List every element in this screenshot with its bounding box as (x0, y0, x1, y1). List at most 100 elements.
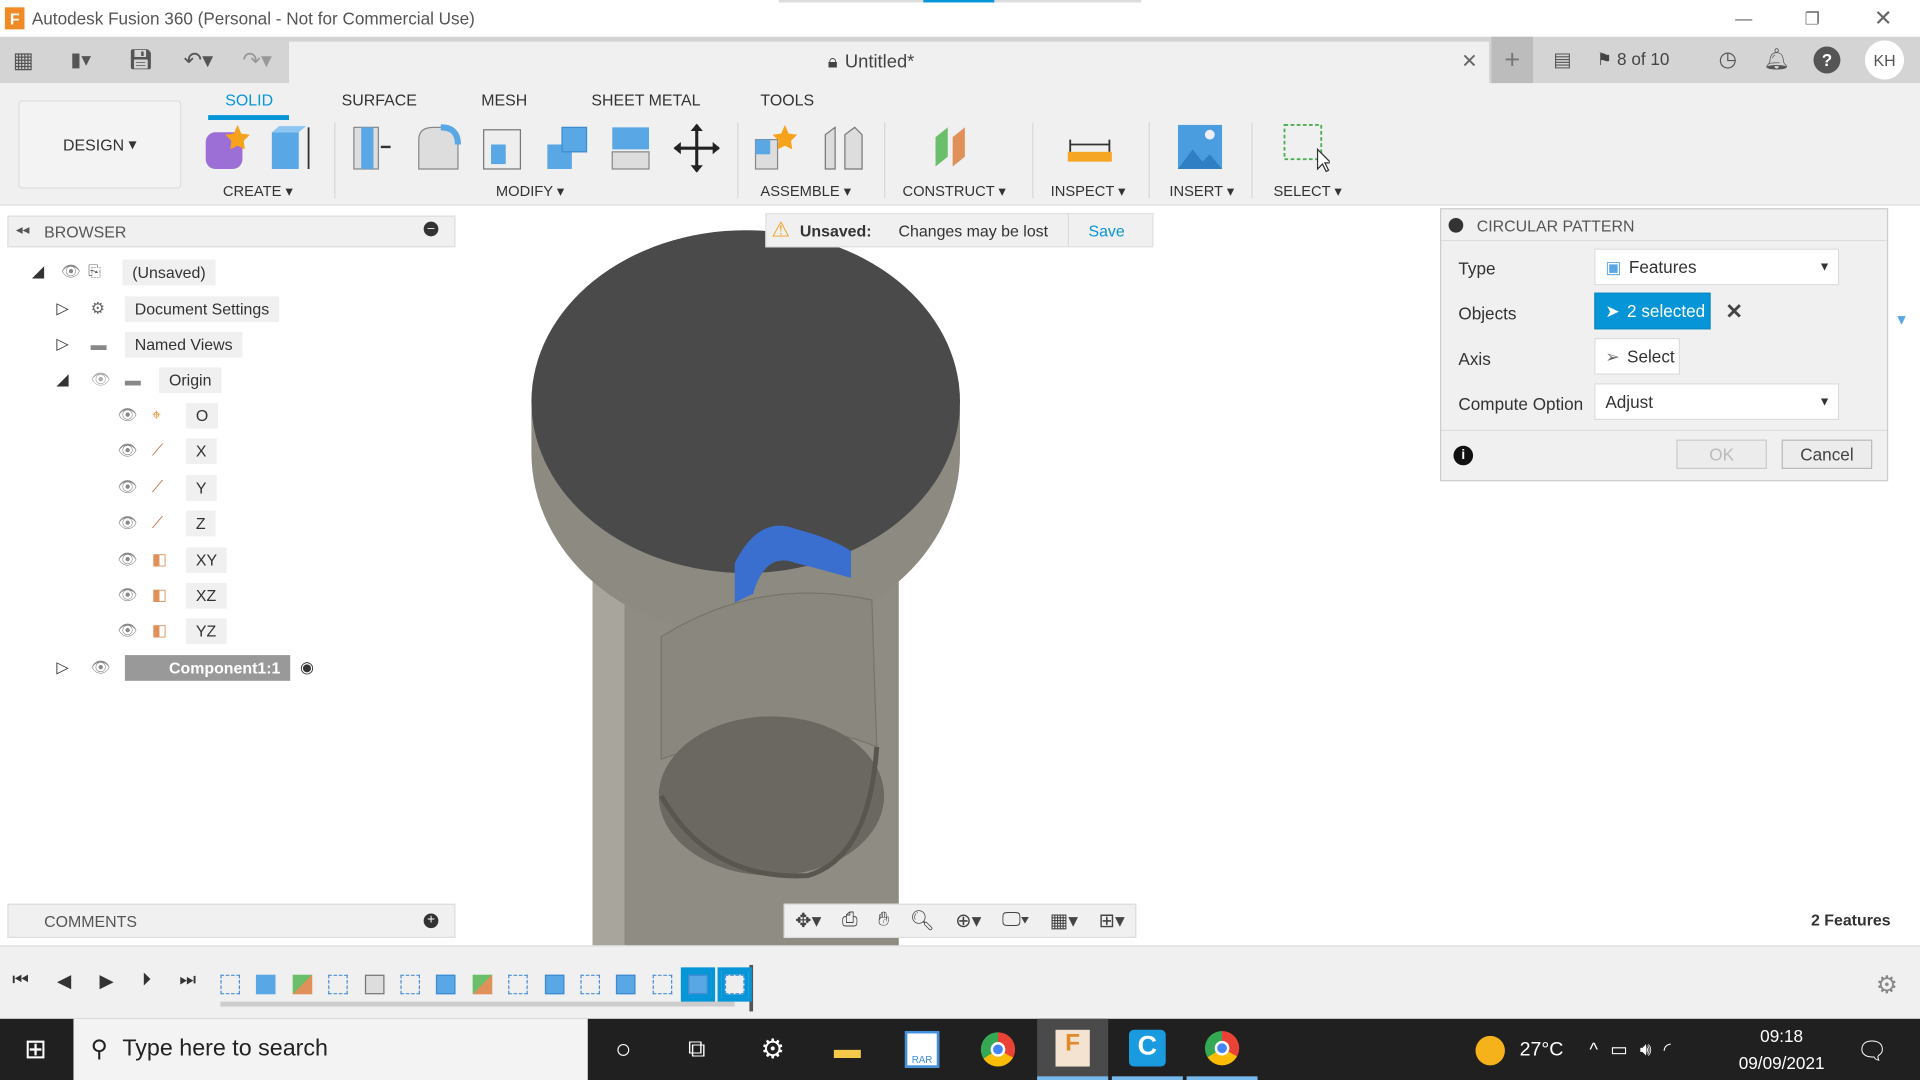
timeline-extrude-icon[interactable] (433, 971, 460, 998)
go-to-start-icon[interactable]: ⏮ (12, 970, 29, 999)
timeline-sketch-icon[interactable] (217, 971, 244, 998)
weather-sun-icon[interactable] (1475, 1035, 1505, 1066)
tab-surface[interactable]: SURFACE (342, 91, 417, 109)
grid-icon[interactable]: ▦▾ (1050, 909, 1078, 933)
timeline-plane-icon[interactable] (469, 971, 496, 998)
display-settings-icon[interactable]: 🖵▾ (1002, 910, 1029, 932)
timeline-extrude-icon[interactable] (613, 971, 640, 998)
notifications-icon[interactable]: 🗨︎ (1856, 1036, 1887, 1067)
step-forward-icon[interactable]: ⏵ (142, 970, 151, 999)
timeline-extrude-icon[interactable] (541, 971, 568, 998)
press-pull-icon[interactable] (349, 122, 398, 173)
tree-plane-xz[interactable]: 👁︎ ◧ XZ (118, 580, 227, 609)
timeline-shell-icon[interactable] (361, 971, 388, 998)
tab-sheet-metal[interactable]: SHEET METAL (591, 91, 700, 109)
tree-plane-xy[interactable]: 👁︎ ◧ XY (118, 545, 227, 574)
new-joint-component-icon[interactable] (751, 122, 800, 173)
data-panel-grid-icon[interactable]: ▦ (10, 47, 37, 74)
help-icon[interactable]: ? (1813, 46, 1841, 74)
job-status[interactable]: ⚑ 8 of 10 (1597, 49, 1670, 70)
dialog-header[interactable]: CIRCULAR PATTERN (1441, 209, 1887, 242)
timeline-marker[interactable] (749, 964, 754, 1012)
bell-icon[interactable]: 🔔︎ (1763, 47, 1790, 74)
clock-icon[interactable]: ◷ (1714, 47, 1741, 74)
minimize-button[interactable]: — (1727, 5, 1761, 32)
temperature[interactable]: 27°C (1520, 1040, 1564, 1062)
clock-time[interactable]: 09:18 (1739, 1026, 1825, 1046)
info-icon[interactable]: i (1453, 445, 1474, 466)
compute-option-dropdown[interactable]: Adjust ▼ (1594, 383, 1840, 421)
fusion360-taskbar-icon[interactable]: F (1037, 1018, 1109, 1080)
zoom-icon[interactable]: 🔍︎ (910, 909, 935, 933)
select-menu[interactable]: SELECT ▾ (1273, 182, 1341, 199)
comments-icon[interactable]: ▤ (1548, 47, 1577, 74)
offset-face-icon[interactable] (607, 122, 656, 173)
play-icon[interactable]: ▶ (99, 970, 113, 999)
timeline-sketch-icon[interactable] (649, 971, 676, 998)
browser-pin-icon[interactable]: – (423, 221, 439, 237)
chrome-icon[interactable] (962, 1019, 1033, 1080)
collapse-dialog-icon[interactable] (1448, 217, 1464, 233)
windows-start-icon[interactable]: ⊞ (0, 1019, 71, 1080)
timeline-revolve-icon[interactable] (253, 971, 280, 998)
tree-component[interactable]: ▷ 👁︎ Component1:1 ◉ (56, 653, 314, 682)
file-explorer-icon[interactable]: ▬ (812, 1019, 883, 1080)
system-tray-icons[interactable]: ^▭🔊︎◜ (1589, 1038, 1683, 1061)
save-link[interactable]: Save (1088, 221, 1124, 239)
tree-origin[interactable]: ◢ 👁︎ ▬ Origin (56, 365, 222, 394)
timeline-plane-icon[interactable] (289, 971, 316, 998)
close-window-button[interactable]: ✕ (1866, 5, 1900, 32)
file-menu-icon[interactable]: ▮▾ (59, 47, 103, 74)
axis-select-button[interactable]: ➢ Select (1594, 337, 1681, 375)
extrude-icon[interactable] (267, 122, 316, 173)
cancel-button[interactable]: Cancel (1781, 439, 1873, 469)
taskbar-search[interactable]: ⚲ Type here to search (73, 1018, 588, 1080)
tree-origin-point[interactable]: 👁︎ ⌖ O (118, 400, 219, 429)
tree-named-views[interactable]: ▷ ▬ Named Views (56, 329, 243, 358)
assemble-menu[interactable]: ASSEMBLE ▾ (760, 182, 851, 199)
task-view-icon[interactable]: ⧉ (661, 1019, 732, 1080)
timeline-extrude-icon[interactable] (681, 967, 716, 1002)
offset-plane-icon[interactable] (931, 122, 980, 173)
cortana-icon[interactable]: ○ (588, 1019, 659, 1080)
tab-mesh[interactable]: MESH (481, 91, 527, 109)
timeline-sketch-icon[interactable] (325, 971, 352, 998)
insert-menu[interactable]: INSERT ▾ (1169, 182, 1234, 199)
timeline-sketch-icon[interactable] (397, 971, 424, 998)
restore-button[interactable]: ❐ (1795, 5, 1829, 32)
window-select-icon[interactable] (1281, 122, 1330, 173)
tab-tools[interactable]: TOOLS (760, 91, 814, 109)
comments-panel[interactable]: COMMENTS + (7, 903, 456, 938)
redo-icon[interactable]: ↷▾ (235, 47, 279, 74)
tree-axis-z[interactable]: 👁︎ ⟋ Z (118, 508, 216, 537)
c-app-icon[interactable]: C (1111, 1019, 1183, 1080)
clear-selection-icon[interactable]: ✕ (1725, 300, 1742, 324)
3d-model[interactable] (514, 220, 979, 949)
chrome-icon-2[interactable] (1186, 1019, 1258, 1080)
collapse-browser-icon[interactable]: ◂◂ (16, 222, 30, 238)
new-component-icon[interactable] (203, 122, 252, 173)
look-at-icon[interactable]: ⎙ (842, 910, 858, 932)
construct-menu[interactable]: CONSTRUCT ▾ (902, 182, 1005, 199)
close-tab-icon[interactable]: ✕ (1457, 49, 1481, 73)
objects-selection-button[interactable]: ➤ 2 selected (1594, 292, 1711, 330)
timeline-sketch-icon[interactable] (577, 971, 604, 998)
dialog-expand-icon[interactable]: ▼ (1894, 311, 1909, 328)
fillet-icon[interactable] (414, 122, 463, 173)
inspect-menu[interactable]: INSPECT ▾ (1051, 182, 1126, 199)
timeline-settings-gear-icon[interactable]: ⚙ (1876, 970, 1898, 1001)
type-dropdown[interactable]: ▣ Features ▼ (1594, 248, 1840, 286)
ok-button[interactable]: OK (1676, 439, 1767, 469)
winrar-icon[interactable]: RAR (887, 1019, 958, 1080)
tree-root[interactable]: ◢ 👁︎ ⎘ (Unsaved) (32, 257, 216, 286)
measure-icon[interactable] (1065, 122, 1114, 173)
timeline-fillet-icon[interactable] (717, 967, 752, 1002)
tree-document-settings[interactable]: ▷ ⚙ Document Settings (56, 294, 279, 323)
move-icon[interactable] (672, 122, 721, 173)
step-back-icon[interactable]: ◀ (57, 970, 71, 999)
create-menu[interactable]: CREATE ▾ (223, 182, 293, 199)
add-comment-icon[interactable]: + (423, 913, 439, 929)
tree-axis-x[interactable]: 👁︎ ⟋ X (118, 436, 217, 465)
new-tab-button[interactable]: + (1491, 36, 1534, 84)
tree-axis-y[interactable]: 👁︎ ⟋ Y (118, 473, 217, 502)
